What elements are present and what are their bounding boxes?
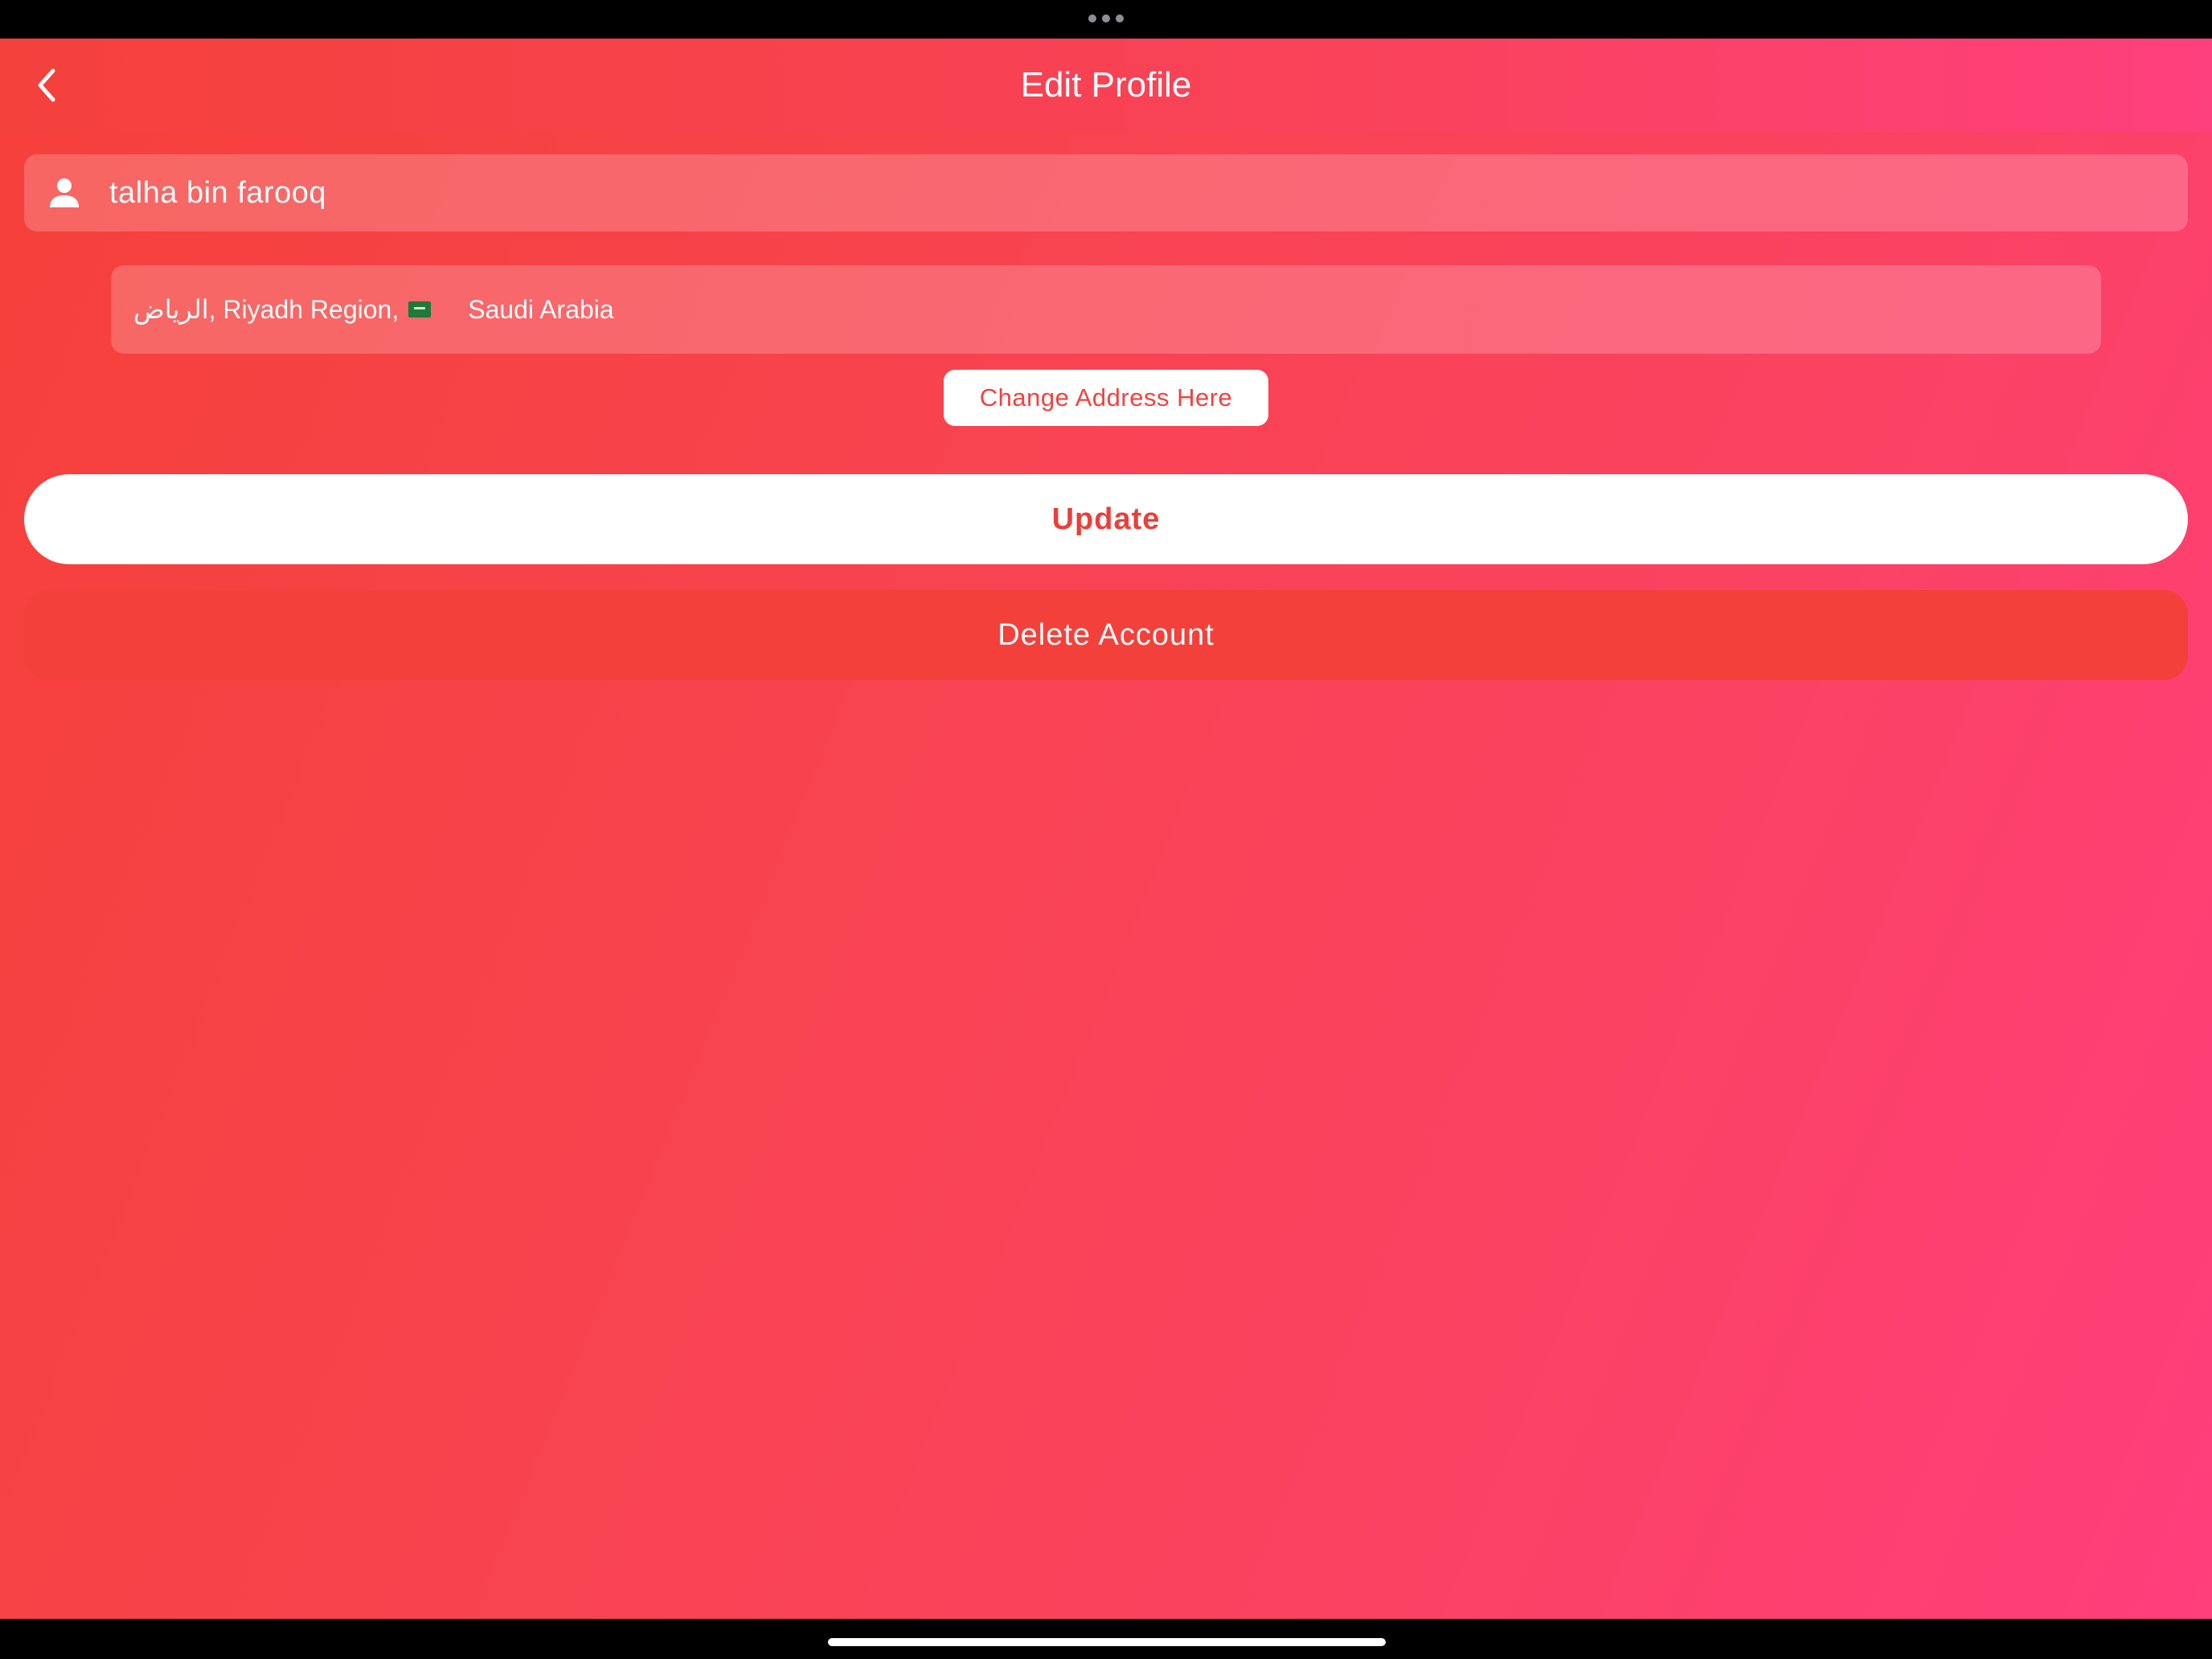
- system-top-bar: [0, 0, 2212, 39]
- person-icon: [50, 178, 79, 207]
- system-bottom-bar: [0, 1619, 2212, 1659]
- update-button[interactable]: Update: [24, 474, 2188, 564]
- address-value: الرياض, Riyadh Region, Saudi Arabia: [133, 265, 614, 354]
- change-address-button[interactable]: Change Address Here: [944, 370, 1268, 426]
- delete-account-button[interactable]: Delete Account: [24, 590, 2188, 680]
- chevron-left-icon: [38, 68, 55, 102]
- saudi-flag-icon: [408, 301, 432, 317]
- home-indicator[interactable]: [828, 1638, 1386, 1646]
- name-value: talha bin farooq: [109, 176, 326, 210]
- address-region: الرياض, Riyadh Region,: [133, 295, 399, 324]
- address-field[interactable]: الرياض, Riyadh Region, Saudi Arabia: [111, 265, 2101, 354]
- address-country: Saudi Arabia: [468, 295, 614, 324]
- multitasking-menu-icon[interactable]: [1088, 14, 1124, 23]
- back-button[interactable]: [24, 63, 69, 108]
- page-title: Edit Profile: [1020, 65, 1192, 104]
- edit-profile-screen: Edit Profile talha bin farooq الرياض, Ri…: [0, 39, 2212, 1619]
- navigation-bar: Edit Profile: [0, 39, 2212, 132]
- name-field[interactable]: talha bin farooq: [24, 154, 2188, 231]
